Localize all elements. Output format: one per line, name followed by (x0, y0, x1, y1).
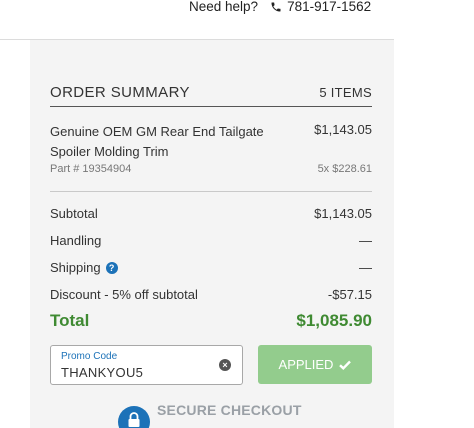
quantity-unit-price: 5x $228.61 (317, 163, 372, 175)
lock-icon (118, 406, 150, 428)
product-name-line2: Spoiler Molding Trim (50, 144, 169, 159)
subtotal-row: Subtotal $1,143.05 (50, 206, 372, 224)
check-icon (339, 360, 352, 370)
handling-label: Handling (50, 233, 102, 248)
total-value: $1,085.90 (296, 311, 372, 330)
promo-code-field[interactable]: Promo Code THANKYOU5 × (50, 345, 243, 385)
part-number: Part # 19354904 (50, 163, 132, 175)
handling-value: — (359, 233, 372, 248)
product-price: $1,143.05 (314, 122, 372, 137)
secure-checkout-badge: SECURE CHECKOUT (118, 402, 302, 428)
phone-icon (270, 1, 282, 13)
order-summary-panel: ORDER SUMMARY 5 ITEMS Genuine OEM GM Rea… (30, 40, 394, 428)
discount-label: Discount - 5% off subtotal (50, 287, 198, 302)
question-icon[interactable]: ? (105, 261, 118, 274)
handling-row: Handling — (50, 233, 372, 251)
help-bar: Need help? 781-917-1562 (189, 0, 371, 14)
order-summary-header: ORDER SUMMARY 5 ITEMS (50, 84, 372, 107)
applied-label: APPLIED (278, 357, 334, 372)
promo-code-label: Promo Code (61, 351, 118, 362)
subtotal-value: $1,143.05 (314, 206, 372, 221)
total-label: Total (50, 311, 90, 330)
phone-number-link[interactable]: 781-917-1562 (287, 0, 371, 14)
clear-icon[interactable]: × (219, 359, 231, 371)
applied-button[interactable]: APPLIED (258, 345, 372, 384)
item-count: 5 ITEMS (319, 85, 372, 100)
product-name-line1: Genuine OEM GM Rear End Tailgate (50, 124, 264, 139)
total-row: Total $1,085.90 (50, 311, 372, 335)
secure-checkout-text: SECURE CHECKOUT (157, 402, 302, 418)
shipping-row: Shipping ? — (50, 260, 372, 278)
help-text: Need help? (189, 0, 259, 14)
shipping-label-wrap: Shipping ? (50, 260, 118, 275)
order-summary-title: ORDER SUMMARY (50, 84, 190, 101)
promo-code-input[interactable]: THANKYOU5 (61, 365, 143, 380)
shipping-value: — (359, 260, 372, 275)
discount-value: -$57.15 (327, 287, 372, 302)
shipping-label: Shipping (50, 260, 101, 275)
subtotal-label: Subtotal (50, 206, 98, 221)
summary-divider (50, 191, 372, 192)
discount-row: Discount - 5% off subtotal -$57.15 (50, 287, 372, 305)
product-name: Genuine OEM GM Rear End Tailgate Spoiler… (50, 122, 290, 162)
